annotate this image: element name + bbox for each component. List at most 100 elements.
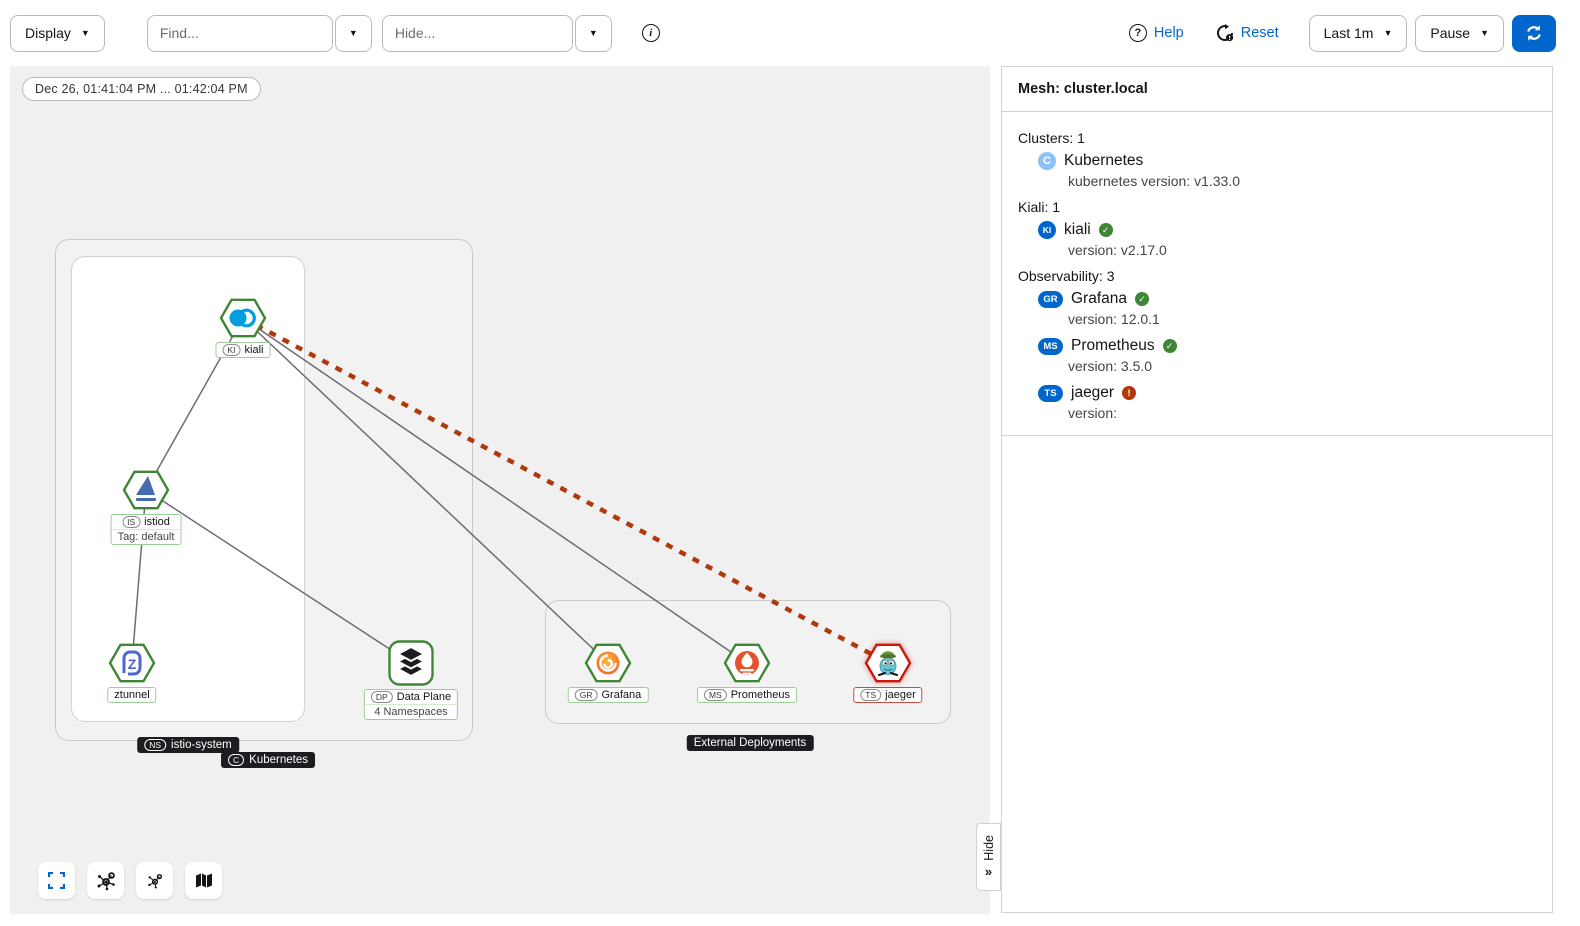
node-label-istiod[interactable]: IS istiod Tag: default [111,514,182,545]
mesh-target-panel: Mesh: cluster.local Clusters: 1 C Kubern… [1001,66,1553,913]
node-istiod[interactable] [122,469,170,511]
node-label-ztunnel[interactable]: ztunnel [107,687,156,703]
check-circle-icon: ✓ [1099,223,1113,237]
istiod-label-text: istiod [144,516,170,528]
kiali-version: version: v2.17.0 [1068,242,1536,258]
duration-dropdown-label: Last 1m [1324,25,1374,41]
node-label-kiali[interactable]: KI kiali [216,342,271,358]
jaeger-label-text: jaeger [885,689,916,701]
node-jaeger[interactable] [864,642,912,684]
chevron-down-icon: ▼ [1480,28,1489,38]
reset-link[interactable]: Reset [1216,24,1279,42]
cluster-group-label[interactable]: C Kubernetes [221,752,315,768]
cluster-item-kubernetes[interactable]: C Kubernetes [1038,152,1536,170]
namespace-group-label[interactable]: NS istio-system [137,737,239,753]
namespace-badge: NS [144,739,166,751]
expand-icon [48,872,65,889]
observability-item-jaeger[interactable]: TS jaeger ! [1038,384,1536,402]
display-dropdown[interactable]: Display ▼ [10,15,105,52]
kiali-icon [219,297,267,339]
mesh-graph-canvas[interactable]: Dec 26, 01:41:04 PM ... 01:42:04 PM KI k… [10,66,990,914]
prometheus-badge: MS [704,689,727,701]
sync-icon [1525,24,1543,42]
node-dataplane[interactable] [388,640,434,686]
fit-to-screen-button[interactable] [38,862,75,899]
find-options-button[interactable]: ▼ [335,15,372,52]
grafana-badge: GR [575,689,598,701]
info-icon[interactable]: i [642,24,660,42]
prometheus-icon [723,642,771,684]
node-label-jaeger[interactable]: TS jaeger [853,687,922,703]
clusters-heading: Clusters: 1 [1018,130,1536,146]
help-link[interactable]: ? Help [1129,24,1184,42]
grafana-name: Grafana [1071,290,1127,308]
minimap-button[interactable] [185,862,222,899]
prometheus-label-text: Prometheus [731,689,790,701]
grafana-icon [584,642,632,684]
find-input[interactable] [147,15,333,52]
refresh-button[interactable] [1512,15,1556,52]
istiod-badge: IS [122,516,140,528]
prometheus-badge-icon: MS [1038,338,1063,355]
prometheus-name: Prometheus [1071,337,1155,355]
jaeger-badge: TS [860,689,881,701]
double-chevron-right-icon: » [985,864,992,879]
observability-heading: Observability: 3 [1018,268,1536,284]
unhealthy-edge-kiali-jaeger [243,318,888,663]
hide-options-button[interactable]: ▼ [575,15,612,52]
jaeger-badge-icon: TS [1038,385,1063,402]
node-prometheus[interactable] [723,642,771,684]
chevron-down-icon: ▼ [1383,28,1392,38]
jaeger-version: version: [1068,405,1536,421]
hide-panel-button[interactable]: Hide » [976,823,1001,891]
chevron-down-icon: ▼ [81,28,90,38]
help-link-label: Help [1154,25,1184,41]
istiod-tag-text: Tag: default [112,529,181,544]
display-dropdown-label: Display [25,25,71,41]
node-grafana[interactable] [584,642,632,684]
ztunnel-icon: Z [108,642,156,684]
cluster-icon: C [1038,152,1056,170]
kiali-name: kiali [1064,221,1091,239]
svg-text:Z: Z [128,656,137,672]
node-kiali[interactable] [219,297,267,339]
panel-divider [1002,435,1552,436]
node-ztunnel[interactable]: Z [108,642,156,684]
dataplane-namespaces-text: 4 Namespaces [365,704,457,719]
kiali-heading: Kiali: 1 [1018,199,1536,215]
kiali-item[interactable]: KI kiali ✓ [1038,221,1536,239]
exclamation-circle-icon: ! [1122,386,1136,400]
network-large-icon [96,871,116,891]
jaeger-name: jaeger [1071,384,1114,402]
istio-icon [122,469,170,511]
kiali-label-text: kiali [245,344,264,356]
pause-dropdown-label: Pause [1430,25,1470,41]
node-label-prometheus[interactable]: MS Prometheus [697,687,797,703]
cluster-name: Kubernetes [1064,152,1143,170]
node-label-grafana[interactable]: GR Grafana [568,687,649,703]
duration-dropdown[interactable]: Last 1m ▼ [1309,15,1408,52]
network-small-icon [147,873,163,889]
check-circle-icon: ✓ [1135,292,1149,306]
chevron-down-icon: ▼ [349,28,358,38]
jaeger-icon [864,642,912,684]
cluster-label-text: Kubernetes [249,754,308,766]
observability-item-grafana[interactable]: GR Grafana ✓ [1038,290,1536,308]
external-deployments-group-label[interactable]: External Deployments [687,735,814,751]
dataplane-badge: DP [371,691,393,703]
chevron-down-icon: ▼ [589,28,598,38]
grafana-label-text: Grafana [602,689,642,701]
zoom-out-graph-button[interactable] [136,862,173,899]
dataplane-label-text: Data Plane [397,691,451,703]
map-icon [195,873,213,888]
external-deployments-label-text: External Deployments [694,737,807,749]
grafana-version: version: 12.0.1 [1068,311,1536,327]
zoom-in-graph-button[interactable] [87,862,124,899]
node-label-dataplane[interactable]: DP Data Plane 4 Namespaces [364,689,458,720]
observability-item-prometheus[interactable]: MS Prometheus ✓ [1038,337,1536,355]
reset-link-label: Reset [1241,25,1279,41]
kiali-badge: KI [223,344,241,356]
grafana-badge-icon: GR [1038,291,1063,308]
pause-dropdown[interactable]: Pause ▼ [1415,15,1504,52]
hide-input[interactable] [382,15,573,52]
